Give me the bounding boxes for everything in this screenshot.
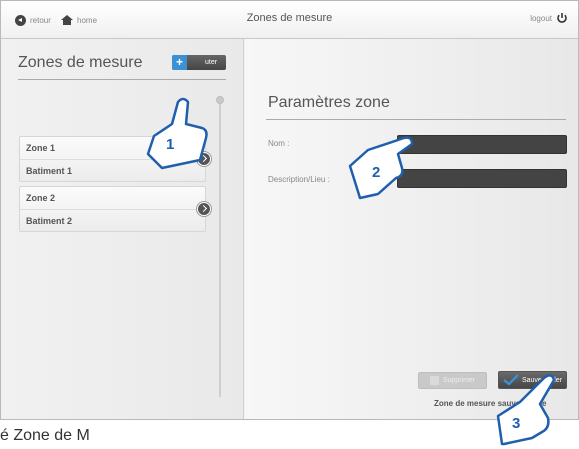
page-title: Zones de mesure xyxy=(246,12,333,24)
annotation-number: 2 xyxy=(372,164,380,181)
tap-hand-icon: 2 xyxy=(348,136,414,200)
zone-name: Zone 2 xyxy=(26,193,56,203)
chevron-right-icon[interactable] xyxy=(197,202,211,216)
delete-label: Supprimer xyxy=(442,377,476,384)
add-zone-button[interactable]: + uter xyxy=(172,55,226,70)
divider xyxy=(18,79,226,80)
tap-hand-icon: 1 xyxy=(146,97,208,170)
tap-hand-icon: 3 xyxy=(496,374,556,446)
name-label: Nom : xyxy=(268,139,290,148)
description-label: Description/Lieu : xyxy=(268,175,330,184)
delete-button[interactable]: Supprimer xyxy=(418,372,487,389)
delete-icon xyxy=(429,376,439,385)
zone-location: Batiment 2 xyxy=(20,209,205,231)
zone-list-item[interactable]: Zone 2 Batiment 2 xyxy=(19,186,211,232)
caption-text: é Zone de M xyxy=(0,427,90,444)
scrollbar-track[interactable] xyxy=(219,99,221,397)
scrollbar-thumb[interactable] xyxy=(216,96,224,104)
logout-label: logout xyxy=(530,13,552,23)
annotation-number: 1 xyxy=(166,136,174,153)
zone-list-title: Zones de mesure xyxy=(18,54,143,71)
top-bar: retour home Zones de mesure logout xyxy=(1,1,578,39)
logout-button[interactable]: logout xyxy=(530,12,568,24)
divider xyxy=(266,119,566,120)
app-window: retour home Zones de mesure logout Zones… xyxy=(0,0,579,420)
add-label: uter xyxy=(205,59,218,66)
params-title: Paramètres zone xyxy=(268,94,390,111)
annotation-number: 3 xyxy=(512,415,520,432)
power-icon xyxy=(557,13,567,23)
plus-icon: + xyxy=(172,55,187,70)
